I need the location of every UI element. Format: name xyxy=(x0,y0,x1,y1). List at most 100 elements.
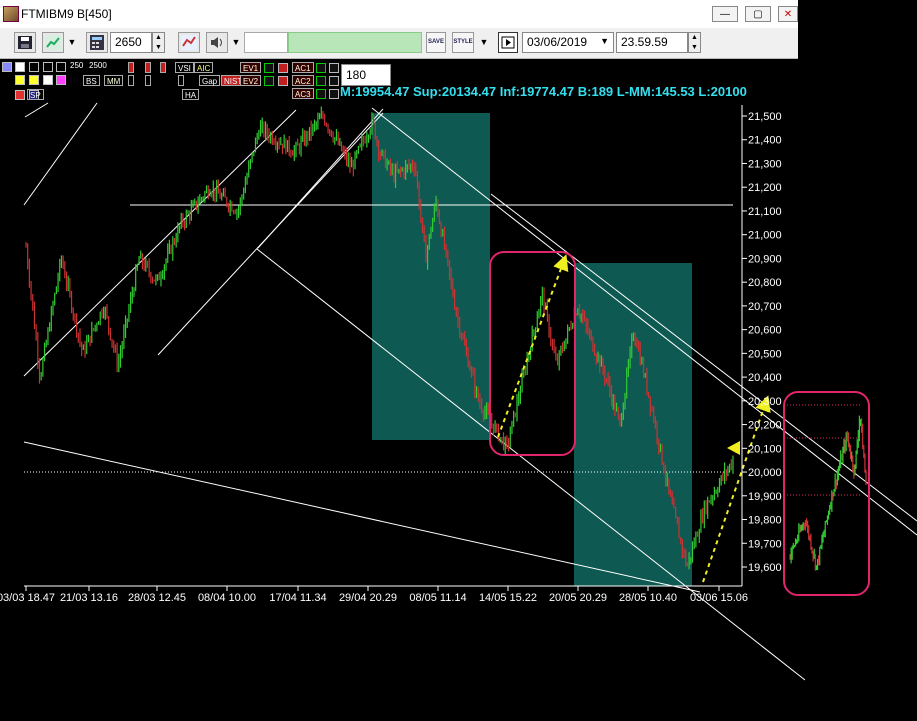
x-tick-label: 29/04 20.29 xyxy=(339,592,397,604)
ev1-button[interactable]: EV1 xyxy=(240,62,262,73)
time-spinner[interactable]: ▲ ▼ xyxy=(688,32,701,53)
x-tick-label: 08/05 11.14 xyxy=(409,592,466,604)
date-value: 03/06/2019 xyxy=(527,35,588,49)
chart-icon[interactable] xyxy=(42,32,64,53)
ac1-button[interactable]: AC1 xyxy=(292,62,314,73)
vsi-indicator-button[interactable]: VSI xyxy=(175,62,194,73)
ev2-close-icon[interactable] xyxy=(278,76,288,86)
indicator-red-1[interactable] xyxy=(128,62,134,73)
toolbar: ▼ 2650 ▲ ▼ ▼ SAVE STYLE ▼ 03/06/2019 ▼ 23… xyxy=(0,28,798,59)
bs-indicator-button[interactable]: BS xyxy=(83,75,100,86)
x-tick-label: 20/05 20.29 xyxy=(549,592,607,604)
ev2-button[interactable]: EV2 xyxy=(240,75,262,86)
save-disk-icon[interactable] xyxy=(14,32,36,53)
y-tick-label: 20,000 xyxy=(748,467,782,479)
y-tick-label: 20,600 xyxy=(748,325,782,337)
window-title: FTMIBM9 B[450] xyxy=(21,7,112,21)
indicator-box-3[interactable] xyxy=(178,75,184,86)
x-tick-label: 08/04 10.00 xyxy=(198,592,256,604)
y-tick-label: 20,200 xyxy=(748,420,782,432)
y-tick-label: 21,400 xyxy=(748,135,782,147)
y-tick-label: 20,500 xyxy=(748,348,782,360)
x-tick-label: 03/06 15.06 xyxy=(690,592,748,604)
ac2-option-icon[interactable] xyxy=(329,76,339,86)
save-button[interactable]: SAVE xyxy=(426,32,446,53)
sound-icon[interactable] xyxy=(206,32,228,53)
ev1-check-icon[interactable] xyxy=(264,63,274,73)
color-swatch-4[interactable] xyxy=(43,62,53,72)
app-icon xyxy=(3,6,19,22)
ha-indicator-button[interactable]: HA xyxy=(182,89,200,100)
period-input[interactable]: 180 xyxy=(341,64,391,86)
x-tick-label: 17/04 11.34 xyxy=(269,592,326,604)
style-dropdown-icon[interactable]: ▼ xyxy=(478,32,490,53)
sp-indicator-button[interactable]: SP xyxy=(27,89,44,100)
style-button[interactable]: STYLE xyxy=(452,32,474,53)
color-swatch-yellow[interactable] xyxy=(15,75,25,85)
ac1-option-icon[interactable] xyxy=(329,63,339,73)
color-swatch-magenta[interactable] xyxy=(56,75,66,85)
color-swatch-5[interactable] xyxy=(56,62,66,72)
ac3-check-icon[interactable] xyxy=(316,89,326,99)
x-tick-label: 03/03 18.47 xyxy=(0,592,55,604)
color-swatch-2[interactable] xyxy=(15,62,25,72)
indicator-box-2[interactable] xyxy=(145,75,151,86)
y-tick-label: 21,100 xyxy=(748,206,782,218)
bars-count-input[interactable]: 2650 xyxy=(110,32,152,53)
ac3-option-icon[interactable] xyxy=(329,89,339,99)
y-tick-label: 20,300 xyxy=(748,396,782,408)
ac2-button[interactable]: AC2 xyxy=(292,75,314,86)
y-tick-label: 19,700 xyxy=(748,538,782,550)
indicator-box-1[interactable] xyxy=(128,75,134,86)
mm-indicator-button[interactable]: MM xyxy=(104,75,124,86)
close-button[interactable]: ✕ xyxy=(778,6,798,22)
rally-arrow xyxy=(497,254,569,438)
chart-dropdown-icon[interactable]: ▼ xyxy=(66,32,78,53)
trend-line xyxy=(256,248,806,681)
color-swatch-white[interactable] xyxy=(43,75,53,85)
ac2-check-icon[interactable] xyxy=(316,76,326,86)
color-swatch-1[interactable] xyxy=(2,62,12,72)
ev1-close-icon[interactable] xyxy=(278,63,288,73)
trend-line xyxy=(23,102,98,206)
indicator-chart-icon[interactable] xyxy=(178,32,200,53)
time-input[interactable]: 23.59.59 xyxy=(616,32,688,53)
gap-indicator-button[interactable]: Gap xyxy=(199,75,221,86)
play-button[interactable] xyxy=(498,32,518,53)
y-tick-label: 20,400 xyxy=(748,372,782,384)
date-dropdown-icon[interactable]: ▼ xyxy=(600,36,609,46)
indicator-red-2[interactable] xyxy=(145,62,151,73)
date-picker[interactable]: 03/06/2019 ▼ xyxy=(522,32,614,53)
calculator-icon[interactable] xyxy=(86,32,108,53)
color-swatch-red[interactable] xyxy=(15,90,25,100)
maximize-button[interactable]: ▢ xyxy=(745,6,771,22)
x-tick-label: 28/05 10.40 xyxy=(619,592,677,604)
bar-count-small: 250 xyxy=(70,61,84,70)
ev2-check-icon[interactable] xyxy=(264,76,274,86)
x-tick-label: 14/05 15.22 xyxy=(479,592,537,604)
trend-line xyxy=(24,102,49,118)
color-swatch-3[interactable] xyxy=(29,62,39,72)
y-tick-label: 21,200 xyxy=(748,182,782,194)
indicator-red-3[interactable] xyxy=(160,62,166,73)
price-chart: 19,600 19,700 19,800 19,900 20,000 20,100 20,2… xyxy=(0,102,917,681)
aic-indicator-button[interactable]: AIC xyxy=(194,62,214,73)
minimize-button[interactable]: — xyxy=(712,6,738,22)
sound-dropdown-icon[interactable]: ▼ xyxy=(230,32,242,53)
title-bar: FTMIBM9 B[450] — ▢ ✕ xyxy=(0,0,798,29)
ac3-button[interactable]: AC3 xyxy=(292,88,314,99)
y-tick-label: 21,000 xyxy=(748,230,782,242)
drop-zone-2 xyxy=(574,263,692,586)
drop-zone-1 xyxy=(372,113,490,440)
y-tick-label: 20,800 xyxy=(748,277,782,289)
y-tick-label: 20,100 xyxy=(748,443,782,455)
highlight-box-inset xyxy=(783,391,870,596)
ac1-check-icon[interactable] xyxy=(316,63,326,73)
bars-count-spinner[interactable]: ▲ ▼ xyxy=(152,32,165,53)
color-swatch-yellow-2[interactable] xyxy=(29,75,39,85)
price-marker-icon xyxy=(727,441,740,455)
trend-line xyxy=(257,108,384,249)
bar-count-large: 2500 xyxy=(89,61,107,70)
x-tick-label: 28/03 12.45 xyxy=(128,592,186,604)
chart-area[interactable]: 19,600 19,700 19,800 19,900 20,000 20,100 20,2… xyxy=(0,58,917,721)
